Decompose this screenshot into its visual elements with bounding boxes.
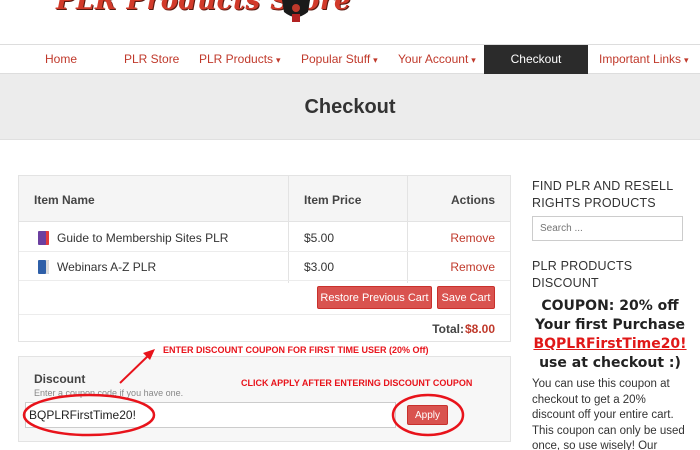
cart-total-label: Total: <box>432 322 464 336</box>
apply-annotation-note: CLICK APPLY AFTER ENTERING DISCOUNT COUP… <box>241 378 473 388</box>
promo-line-code: BQPLRFirstTime20! <box>533 336 687 352</box>
save-cart-button[interactable]: Save Cart <box>437 286 495 309</box>
cart-total-value: $8.00 <box>464 322 495 336</box>
discount-help-text: Enter a coupon code if you have one. <box>34 388 184 398</box>
sidebar-search-input[interactable] <box>532 216 683 241</box>
sidebar-coupon-description: You can use this coupon at checkout to g… <box>532 378 685 450</box>
promo-line-coupon: COUPON: 20% off <box>541 298 679 314</box>
nav-popular-stuff[interactable]: Popular Stuff ▾ <box>301 45 378 74</box>
sidebar-heading-discount-line1: PLR PRODUCTS <box>532 259 633 273</box>
nav-plr-store-label: PLR Store <box>124 52 180 66</box>
cart-item-price: $5.00 <box>304 231 335 245</box>
nav-popular-stuff-label: Popular Stuff <box>301 52 371 66</box>
coupon-promo-banner: COUPON: 20% off Your first Purchase BQPL… <box>532 296 688 374</box>
nav-checkout-label: Checkout <box>510 52 562 66</box>
column-header-item-price: Item Price <box>304 193 362 207</box>
coupon-code-input[interactable] <box>25 402 396 428</box>
remove-item-link[interactable]: Remove <box>450 260 495 274</box>
book-icon <box>38 260 49 274</box>
chevron-down-icon: ▾ <box>471 55 476 65</box>
remove-item-link[interactable]: Remove <box>450 231 495 245</box>
chevron-down-icon: ▾ <box>276 55 281 65</box>
chevron-down-icon: ▾ <box>684 55 689 65</box>
sidebar-heading-find: FIND PLR AND RESELL RIGHTS PRODUCTS <box>532 178 692 212</box>
table-row: Webinars A-Z PLR $3.00 Remove <box>19 252 510 281</box>
coupon-annotation-note: ENTER DISCOUNT COUPON FOR FIRST TIME USE… <box>163 345 429 355</box>
cart-table-header: Item Name Item Price Actions <box>19 176 510 222</box>
cart-item-name: Webinars A-Z PLR <box>57 260 157 274</box>
page-title: Checkout <box>304 96 396 118</box>
column-header-item-name: Item Name <box>34 193 95 207</box>
discount-panel: Discount Enter a coupon code if you have… <box>18 356 511 442</box>
nav-home-label: Home <box>45 52 78 66</box>
cart-item-name: Guide to Membership Sites PLR <box>57 231 229 245</box>
sidebar-heading-find-line2: RIGHTS PRODUCTS <box>532 196 656 210</box>
restore-previous-cart-button[interactable]: Restore Previous Cart <box>317 286 432 309</box>
sidebar-heading-discount: PLR PRODUCTS DISCOUNT <box>532 258 692 292</box>
nav-your-account-label: Your Account <box>398 52 469 66</box>
nav-your-account[interactable]: Your Account ▾ <box>398 45 476 74</box>
sidebar-heading-find-line1: FIND PLR AND RESELL <box>532 179 674 193</box>
promo-line-use-at-checkout: use at checkout :) <box>539 355 681 371</box>
main-nav: Home PLR Store PLR Products ▾ Popular Stu… <box>0 44 700 74</box>
nav-plr-products[interactable]: PLR Products ▾ <box>199 45 281 74</box>
column-header-actions: Actions <box>450 193 495 207</box>
chevron-down-icon: ▾ <box>373 55 378 65</box>
promo-line-first-purchase: Your first Purchase <box>534 317 686 333</box>
nav-important-links-label: Important Links <box>599 52 682 66</box>
discount-title: Discount <box>34 372 86 386</box>
book-icon <box>38 231 49 245</box>
mascot-logo-icon <box>282 0 310 22</box>
table-row: Guide to Membership Sites PLR $5.00 Remo… <box>19 223 510 252</box>
nav-plr-store[interactable]: PLR Store <box>124 45 179 74</box>
cart-item-price: $3.00 <box>304 260 335 274</box>
nav-plr-products-label: PLR Products <box>199 52 274 66</box>
sidebar-heading-discount-line2: DISCOUNT <box>532 276 599 290</box>
nav-checkout[interactable]: Checkout <box>484 45 588 74</box>
nav-home[interactable]: Home <box>45 45 77 74</box>
nav-important-links[interactable]: Important Links ▾ <box>599 45 689 74</box>
apply-coupon-button[interactable]: Apply <box>407 405 448 425</box>
cart-table: Item Name Item Price Actions Guide to Me… <box>18 175 511 342</box>
cart-total-row: Total: $8.00 <box>19 314 510 341</box>
